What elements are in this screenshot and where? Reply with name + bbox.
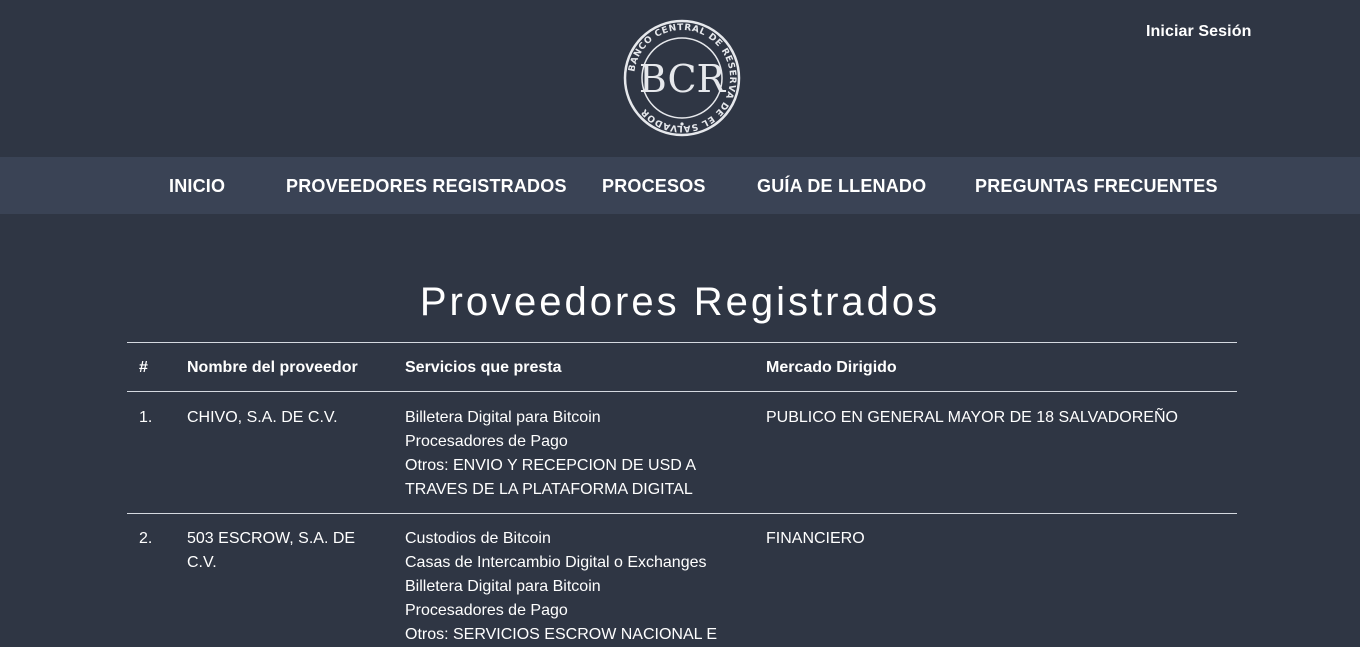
table-header-border bbox=[127, 391, 1237, 392]
nav-item-proveedores-registrados[interactable]: PROVEEDORES REGISTRADOS bbox=[286, 176, 567, 197]
table-header-services: Servicios que presta bbox=[405, 359, 562, 376]
provider-name: CHIVO, S.A. DE C.V. bbox=[187, 409, 338, 426]
provider-market: FINANCIERO bbox=[766, 530, 865, 547]
nav-item-procesos[interactable]: PROCESOS bbox=[602, 176, 706, 197]
nav-item-guia-de-llenado[interactable]: GUÍA DE LLENADO bbox=[757, 176, 926, 197]
bcr-monogram: BCR bbox=[639, 57, 727, 101]
service-item: Procesadores de Pago bbox=[405, 433, 568, 450]
service-item: Otros: ENVIO Y RECEPCION DE USD A bbox=[405, 457, 697, 474]
service-item: Billetera Digital para Bitcoin bbox=[405, 409, 601, 426]
service-item: Custodios de Bitcoin bbox=[405, 530, 551, 547]
main-nav: INICIO PROVEEDORES REGISTRADOS PROCESOS … bbox=[0, 157, 1360, 214]
page-title: Proveedores Registrados bbox=[419, 280, 941, 324]
table-top-border bbox=[127, 342, 1237, 343]
row-number: 1. bbox=[139, 409, 153, 426]
table-row-border bbox=[127, 513, 1237, 514]
table-header-name: Nombre del proveedor bbox=[187, 359, 358, 376]
service-item: Procesadores de Pago bbox=[405, 602, 568, 619]
table-header-market: Mercado Dirigido bbox=[766, 359, 897, 376]
service-item: Otros: SERVICIOS ESCROW NACIONAL E bbox=[405, 626, 718, 643]
provider-name: 503 ESCROW, S.A. DE C.V. bbox=[187, 530, 356, 571]
header: BANCO CENTRAL DE RESERVA DE EL SALVADOR … bbox=[0, 0, 1360, 157]
bcr-logo[interactable]: BANCO CENTRAL DE RESERVA DE EL SALVADOR … bbox=[623, 19, 741, 137]
row-number: 2. bbox=[139, 530, 153, 547]
login-link[interactable]: Iniciar Sesión bbox=[1146, 23, 1251, 41]
service-item: Billetera Digital para Bitcoin bbox=[405, 578, 601, 595]
provider-services: Custodios de Bitcoin Casas de Intercambi… bbox=[405, 527, 745, 647]
table-header-number: # bbox=[139, 359, 148, 376]
service-item: Casas de Intercambio Digital o Exchanges bbox=[405, 554, 707, 571]
nav-item-preguntas-frecuentes[interactable]: PREGUNTAS FRECUENTES bbox=[975, 176, 1218, 197]
nav-item-inicio[interactable]: INICIO bbox=[169, 176, 225, 197]
service-item: TRAVES DE LA PLATAFORMA DIGITAL bbox=[405, 481, 693, 498]
provider-services: Billetera Digital para Bitcoin Procesado… bbox=[405, 406, 745, 502]
provider-market: PUBLICO EN GENERAL MAYOR DE 18 SALVADORE… bbox=[766, 409, 1178, 426]
